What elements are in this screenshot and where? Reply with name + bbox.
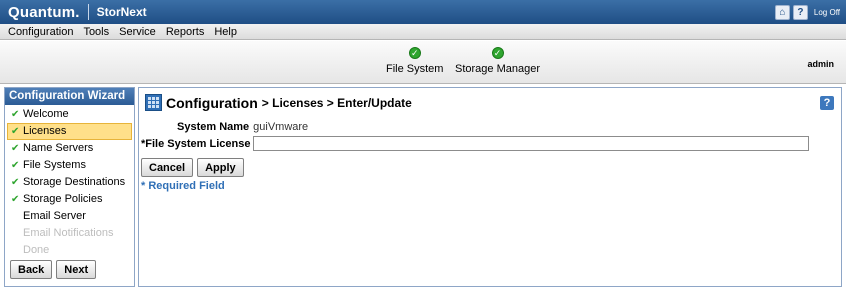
- status-label: Storage Manager: [455, 63, 540, 75]
- status-label: File System: [386, 63, 444, 75]
- quantum-logo: Quantum.: [8, 3, 80, 21]
- wizard-step-storage-policies[interactable]: ✔ Storage Policies: [5, 191, 134, 208]
- step-label: Email Notifications: [23, 227, 114, 239]
- wizard-step-done: Done: [5, 242, 134, 259]
- current-user: admin: [807, 59, 834, 69]
- check-circle-icon: ✓: [491, 47, 504, 59]
- step-label: Welcome: [23, 108, 69, 120]
- system-name-label: System Name: [177, 121, 250, 133]
- wizard-step-storage-destinations[interactable]: ✔ Storage Destinations: [5, 174, 134, 191]
- check-icon: ✔: [11, 109, 20, 120]
- step-label: Name Servers: [23, 142, 94, 154]
- step-label: Storage Policies: [23, 193, 103, 205]
- check-icon: ✔: [11, 143, 20, 154]
- step-label: File Systems: [23, 159, 86, 171]
- page-title: Configuration: [166, 94, 258, 111]
- wizard-steps: ✔ Welcome ✔ Licenses ✔ Name Servers ✔ Fi…: [5, 105, 134, 259]
- breadcrumb: > Licenses > Enter/Update: [261, 95, 412, 110]
- menu-bar: Configuration Tools Service Reports Help: [0, 24, 846, 40]
- status-storage-manager[interactable]: ✓ Storage Manager: [455, 47, 540, 75]
- check-icon: ✔: [11, 160, 20, 171]
- product-name: StorNext: [96, 5, 147, 19]
- wizard-step-name-servers[interactable]: ✔ Name Servers: [5, 140, 134, 157]
- license-row: *File System License: [141, 136, 810, 151]
- configuration-icon: [145, 94, 162, 111]
- configuration-wizard: Configuration Wizard ✔ Welcome ✔ License…: [4, 87, 135, 287]
- check-circle-icon: ✓: [408, 47, 421, 59]
- system-name-row: System Name guiVmware: [177, 121, 308, 133]
- page-header: Configuration > Licenses > Enter/Update: [145, 94, 412, 111]
- main-panel: Configuration > Licenses > Enter/Update …: [138, 87, 842, 287]
- step-label: Email Server: [23, 210, 86, 222]
- apply-button[interactable]: Apply: [197, 158, 244, 177]
- check-icon: ✔: [11, 126, 20, 137]
- wizard-step-email-server[interactable]: Email Server: [5, 208, 134, 225]
- check-icon: ✔: [11, 194, 20, 205]
- brand-divider: [87, 4, 89, 20]
- check-icon: ✔: [11, 177, 20, 188]
- system-name-value: guiVmware: [253, 121, 309, 133]
- help-button[interactable]: ?: [820, 96, 834, 110]
- wizard-step-file-systems[interactable]: ✔ File Systems: [5, 157, 134, 174]
- wizard-step-licenses[interactable]: ✔ Licenses: [7, 123, 132, 140]
- menu-configuration[interactable]: Configuration: [8, 26, 73, 38]
- wizard-title: Configuration Wizard: [5, 88, 134, 105]
- logoff-link[interactable]: Log Off: [814, 8, 840, 17]
- help-icon[interactable]: ?: [792, 4, 808, 20]
- step-label: Storage Destinations: [23, 176, 126, 188]
- menu-tools[interactable]: Tools: [83, 26, 109, 38]
- next-button[interactable]: Next: [56, 260, 97, 279]
- titlebar-actions: ⌂ ? Log Off: [774, 4, 840, 20]
- title-bar: Quantum. StorNext ⌂ ? Log Off: [0, 0, 846, 24]
- wizard-nav: Back Next: [10, 260, 97, 279]
- menu-reports[interactable]: Reports: [166, 26, 205, 38]
- cancel-button[interactable]: Cancel: [141, 158, 194, 177]
- required-field-note: * Required Field: [141, 180, 225, 192]
- status-file-system[interactable]: ✓ File System: [386, 47, 443, 75]
- back-button[interactable]: Back: [10, 260, 53, 279]
- menu-help[interactable]: Help: [214, 26, 237, 38]
- wizard-step-welcome[interactable]: ✔ Welcome: [5, 106, 134, 123]
- step-label: Licenses: [23, 125, 67, 137]
- home-icon[interactable]: ⌂: [774, 4, 790, 20]
- license-label: *File System License: [141, 137, 251, 150]
- status-bar: ✓ File System ✓ Storage Manager admin: [0, 41, 846, 84]
- menu-service[interactable]: Service: [119, 26, 156, 38]
- step-label: Done: [23, 244, 50, 256]
- file-system-license-input[interactable]: [253, 136, 810, 151]
- wizard-step-email-notifications: Email Notifications: [5, 225, 134, 242]
- form-actions: Cancel Apply: [141, 158, 244, 177]
